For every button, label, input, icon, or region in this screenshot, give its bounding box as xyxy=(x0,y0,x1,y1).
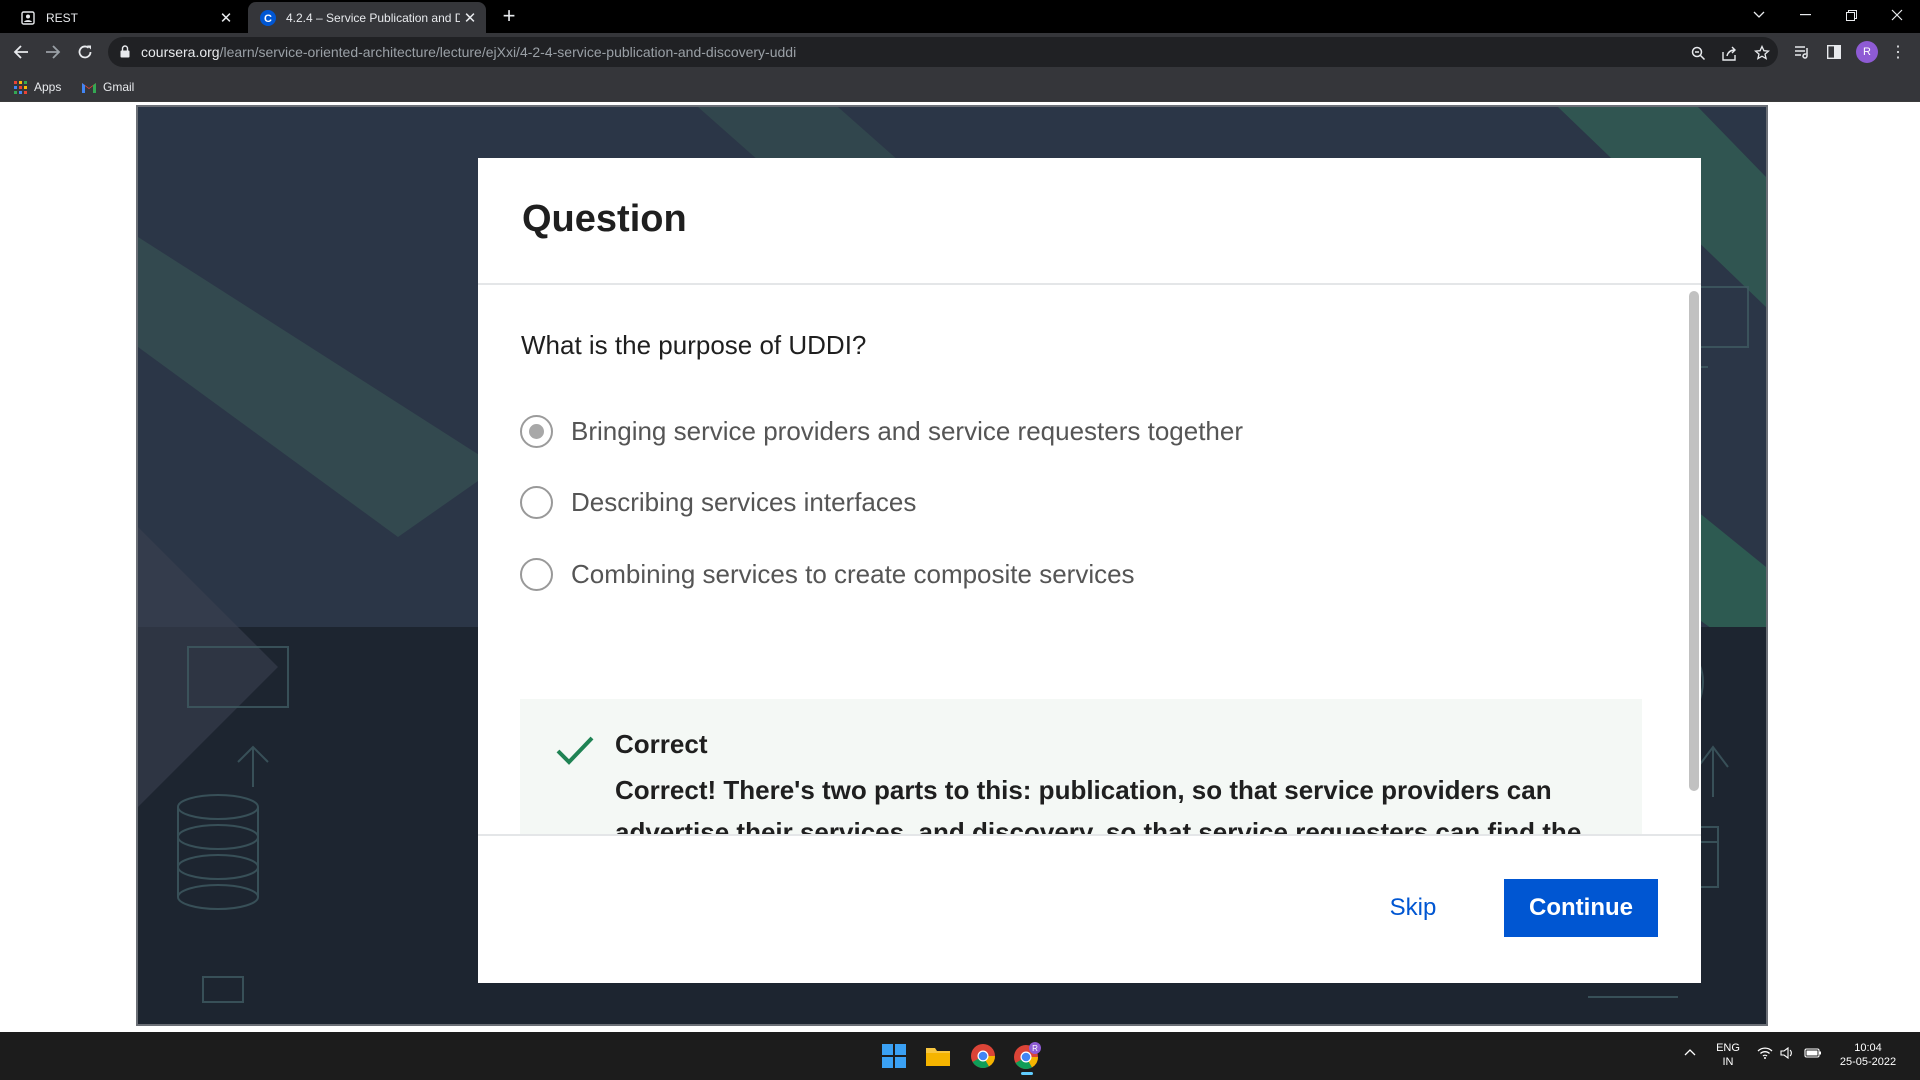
forward-arrow-icon[interactable] xyxy=(41,40,65,64)
close-tab-icon[interactable]: ✕ xyxy=(216,8,236,28)
reload-icon[interactable] xyxy=(73,40,97,64)
share-icon[interactable] xyxy=(1720,43,1740,63)
modal-header: Question xyxy=(478,158,1701,285)
modal-title: Question xyxy=(522,198,687,240)
wifi-icon[interactable] xyxy=(1757,1047,1773,1063)
modal-body[interactable]: What is the purpose of UDDI? Bringing se… xyxy=(478,287,1701,846)
apps-grid-icon xyxy=(14,80,27,94)
tab-title: REST xyxy=(46,10,79,25)
question-modal: Question What is the purpose of UDDI? Br… xyxy=(478,158,1701,983)
side-panel-icon[interactable] xyxy=(1824,42,1844,62)
bookmark-star-icon[interactable] xyxy=(1752,43,1772,63)
video-player[interactable]: Question What is the purpose of UDDI? Br… xyxy=(136,105,1768,1026)
url-text: coursera.org/learn/service-oriented-arch… xyxy=(141,44,796,60)
answer-option-3[interactable]: Combining services to create composite s… xyxy=(520,554,1135,594)
radio-button[interactable] xyxy=(520,557,553,591)
bookmark-apps[interactable]: Apps xyxy=(14,77,61,97)
bookmark-label: Gmail xyxy=(103,80,135,94)
option-label: Describing services interfaces xyxy=(571,486,917,517)
radio-button-selected[interactable] xyxy=(520,414,553,448)
option-label: Bringing service providers and service r… xyxy=(571,415,1244,446)
zoom-icon[interactable] xyxy=(1688,43,1708,63)
file-explorer-icon[interactable] xyxy=(921,1039,955,1073)
skip-button[interactable]: Skip xyxy=(1378,879,1448,937)
option-label: Combining services to create composite s… xyxy=(571,558,1135,589)
image-icon xyxy=(20,10,36,26)
feedback-panel: Correct Correct! There's two parts to th… xyxy=(520,699,1642,846)
page-content: Question What is the purpose of UDDI? Br… xyxy=(0,102,1920,1033)
restore-button[interactable] xyxy=(1828,0,1874,30)
svg-text:R: R xyxy=(1032,1044,1038,1053)
clock-time: 10:04 xyxy=(1854,1042,1882,1054)
windows-taskbar: R ENG IN 10:04 25-05-2022 xyxy=(0,1032,1920,1080)
gmail-icon xyxy=(82,82,96,93)
chrome-profile-icon[interactable]: R xyxy=(1010,1039,1044,1075)
volume-icon[interactable] xyxy=(1780,1046,1794,1063)
close-tab-icon[interactable]: ✕ xyxy=(460,8,480,28)
answer-option-2[interactable]: Describing services interfaces xyxy=(520,482,916,522)
continue-button[interactable]: Continue xyxy=(1504,879,1658,937)
feedback-status: Correct xyxy=(615,729,708,759)
browser-toolbar: coursera.org/learn/service-oriented-arch… xyxy=(0,33,1920,71)
modal-scrollbar[interactable] xyxy=(1689,291,1699,791)
question-text: What is the purpose of UDDI? xyxy=(521,330,867,360)
clock[interactable]: 10:04 25-05-2022 xyxy=(1832,1041,1904,1069)
url-host: coursera.org xyxy=(141,44,220,60)
answer-option-1[interactable]: Bringing service providers and service r… xyxy=(520,411,1243,451)
back-arrow-icon[interactable] xyxy=(9,40,33,64)
more-menu-icon[interactable]: ⋮ xyxy=(1890,41,1906,63)
windows-start-icon[interactable] xyxy=(877,1039,911,1073)
chrome-icon[interactable] xyxy=(966,1039,1000,1073)
svg-text:C: C xyxy=(264,13,272,25)
tab-strip: REST ✕ C 4.2.4 – Service Publication and… xyxy=(0,0,1920,33)
language-code: ENG xyxy=(1716,1042,1740,1054)
bookmark-gmail[interactable]: Gmail xyxy=(82,77,134,97)
minimize-button[interactable] xyxy=(1782,0,1828,30)
show-hidden-icons[interactable] xyxy=(1684,1046,1696,1060)
battery-icon[interactable] xyxy=(1804,1047,1822,1063)
tab-title: 4.2.4 – Service Publication and D xyxy=(286,10,460,25)
new-tab-button[interactable]: + xyxy=(498,5,520,28)
reading-list-icon[interactable] xyxy=(1792,42,1812,62)
modal-footer: Skip Continue xyxy=(478,834,1701,983)
tab-rest[interactable]: REST ✕ xyxy=(8,2,242,33)
bookmarks-bar: Apps Gmail xyxy=(0,71,1920,102)
bookmark-label: Apps xyxy=(34,80,62,94)
clock-date: 25-05-2022 xyxy=(1839,1056,1897,1068)
tab-search-icon[interactable] xyxy=(1736,0,1782,30)
profile-avatar[interactable]: R xyxy=(1856,41,1878,63)
tab-coursera[interactable]: C 4.2.4 – Service Publication and D ✕ xyxy=(248,2,486,33)
radio-button[interactable] xyxy=(520,485,553,519)
close-window-button[interactable] xyxy=(1874,0,1920,30)
address-bar[interactable]: coursera.org/learn/service-oriented-arch… xyxy=(108,37,1778,67)
coursera-icon: C xyxy=(260,9,276,26)
language-indicator[interactable]: ENG IN xyxy=(1716,1041,1740,1069)
checkmark-icon xyxy=(555,734,595,771)
region-code: IN xyxy=(1722,1056,1734,1068)
url-path: /learn/service-oriented-architecture/lec… xyxy=(219,44,797,60)
lock-icon[interactable] xyxy=(120,45,130,63)
